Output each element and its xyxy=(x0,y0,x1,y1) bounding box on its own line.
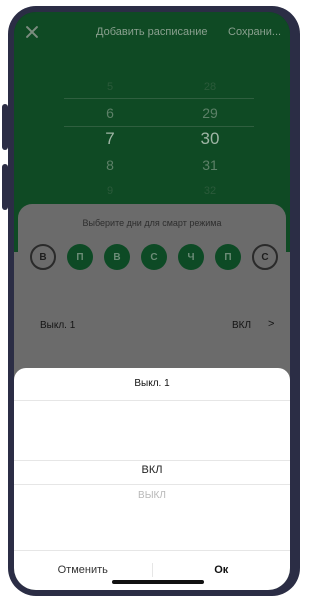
day-selector: В П В С Ч П С xyxy=(30,244,278,270)
day-toggle-monday[interactable]: П xyxy=(67,244,93,270)
volume-up-button xyxy=(2,104,8,150)
day-toggle-friday[interactable]: П xyxy=(215,244,241,270)
save-button[interactable]: Сохрани... xyxy=(228,26,290,38)
option[interactable]: ВЫКЛ xyxy=(14,490,290,501)
bottom-sheet: Выкл. 1 ВКЛ ВЫКЛ Отменить Ок xyxy=(14,368,290,590)
day-toggle-thursday[interactable]: Ч xyxy=(178,244,204,270)
sheet-divider xyxy=(14,400,290,401)
day-toggle-saturday[interactable]: С xyxy=(252,244,278,270)
hour-option: 6 xyxy=(106,105,114,121)
ok-button[interactable]: Ок xyxy=(153,564,291,576)
hour-option: 8 xyxy=(106,157,114,173)
minute-option: 29 xyxy=(202,105,218,121)
chevron-right-icon[interactable]: > xyxy=(268,318,274,330)
cancel-button[interactable]: Отменить xyxy=(14,564,152,576)
option-selected[interactable]: ВКЛ xyxy=(14,464,290,476)
picker-highlight-top xyxy=(14,460,290,461)
actions-divider xyxy=(14,550,290,551)
minute-wheel[interactable]: 28 29 30 31 32 xyxy=(180,74,240,204)
page-title: Добавить расписание xyxy=(96,26,208,38)
minute-option: 28 xyxy=(203,81,217,93)
days-card-title: Выберите дни для смарт режима xyxy=(82,218,222,228)
picker-highlight-bottom xyxy=(14,484,290,485)
hour-option-selected: 7 xyxy=(105,129,115,148)
setting-row-value[interactable]: ВКЛ xyxy=(232,320,251,331)
day-toggle-tuesday[interactable]: В xyxy=(104,244,130,270)
hour-option: 9 xyxy=(106,185,114,197)
home-indicator[interactable] xyxy=(112,580,204,584)
volume-down-button xyxy=(2,164,8,210)
setting-row-label[interactable]: Выкл. 1 xyxy=(40,320,75,331)
hour-option: 5 xyxy=(106,81,114,93)
minute-option: 32 xyxy=(203,185,217,197)
minute-option-selected: 30 xyxy=(200,129,220,148)
day-toggle-sunday[interactable]: В xyxy=(30,244,56,270)
hour-wheel[interactable]: 5 6 7 8 9 xyxy=(80,74,140,204)
close-icon[interactable] xyxy=(24,24,40,40)
day-toggle-wednesday[interactable]: С xyxy=(141,244,167,270)
app-screen: Добавить расписание Сохрани... 5 6 7 8 9… xyxy=(14,12,290,590)
minute-option: 31 xyxy=(202,157,218,173)
sheet-title: Выкл. 1 xyxy=(134,378,170,389)
